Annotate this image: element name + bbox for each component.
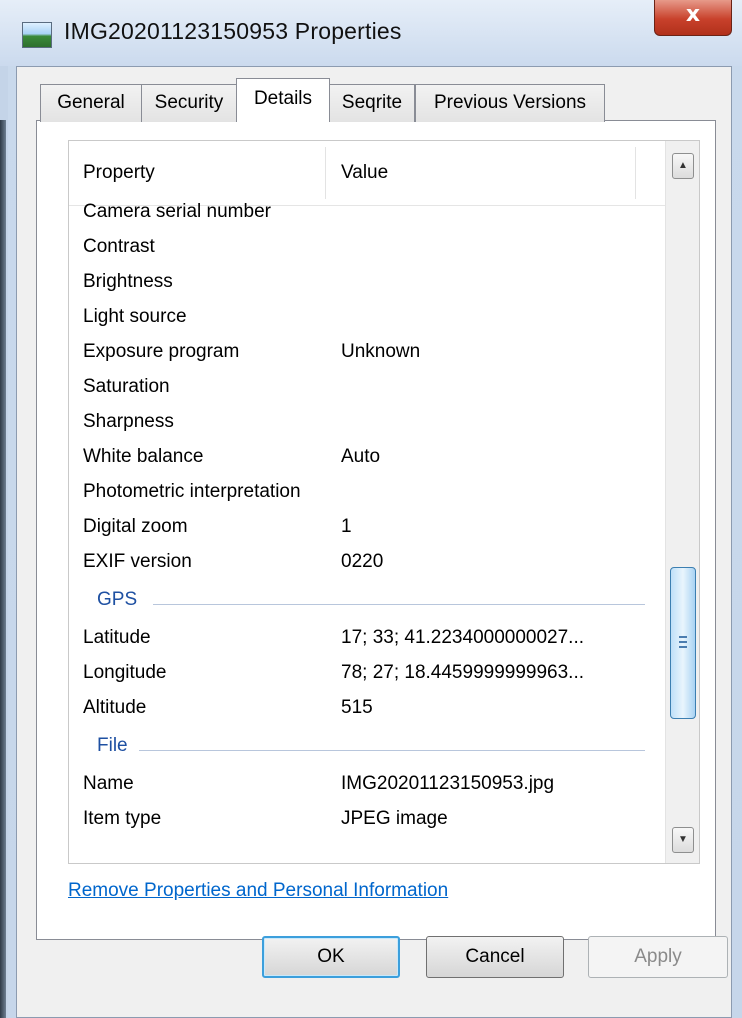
property-name: EXIF version bbox=[83, 551, 192, 572]
property-value: 0220 bbox=[341, 551, 384, 572]
property-value: 78; 27; 18.4459999999963... bbox=[341, 662, 585, 683]
property-value: 515 bbox=[341, 697, 373, 718]
thumb-grip bbox=[679, 646, 687, 648]
property-name: Photometric interpretation bbox=[83, 481, 301, 502]
list-item[interactable]: Altitude 515 bbox=[69, 693, 665, 727]
property-value: IMG20201123150953.jpg bbox=[341, 773, 555, 794]
property-name: Saturation bbox=[83, 376, 170, 397]
property-name: Brightness bbox=[83, 271, 173, 292]
property-name: Digital zoom bbox=[83, 516, 188, 537]
list-item[interactable]: Item type JPEG image bbox=[69, 804, 665, 838]
vertical-scrollbar[interactable]: ▲ ▼ bbox=[665, 141, 699, 863]
tab-details[interactable]: Details bbox=[236, 78, 330, 122]
property-value: JPEG image bbox=[341, 808, 448, 829]
list-item[interactable]: Contrast bbox=[69, 232, 665, 266]
group-label: File bbox=[97, 735, 128, 756]
list-item[interactable]: Photometric interpretation bbox=[69, 477, 665, 511]
ok-button[interactable]: OK bbox=[262, 936, 400, 978]
property-name: White balance bbox=[83, 446, 204, 467]
list-item[interactable]: Brightness bbox=[69, 267, 665, 301]
tab-seqrite[interactable]: Seqrite bbox=[329, 84, 415, 122]
property-value: Unknown bbox=[341, 341, 421, 362]
list-item[interactable]: White balance Auto bbox=[69, 442, 665, 476]
column-header-value[interactable]: Value bbox=[341, 141, 388, 205]
property-name: Contrast bbox=[83, 236, 155, 257]
tab-previous-versions[interactable]: Previous Versions bbox=[415, 84, 605, 122]
column-divider[interactable] bbox=[325, 147, 326, 199]
thumb-grip bbox=[679, 641, 687, 643]
group-divider bbox=[139, 750, 645, 751]
property-name: Altitude bbox=[83, 697, 147, 718]
property-name: Latitude bbox=[83, 627, 151, 648]
list-item[interactable]: Light source bbox=[69, 302, 665, 336]
group-heading-file: File bbox=[69, 731, 665, 765]
property-name: Item type bbox=[83, 808, 162, 829]
group-heading-gps: GPS bbox=[69, 585, 665, 619]
cancel-button[interactable]: Cancel bbox=[426, 936, 564, 978]
window-edge bbox=[0, 120, 6, 1018]
list-item[interactable]: Camera serial number bbox=[69, 197, 665, 231]
column-header-property[interactable]: Property bbox=[83, 141, 155, 205]
window-title: IMG20201123150953 Properties bbox=[64, 18, 402, 44]
column-divider[interactable] bbox=[635, 147, 636, 199]
property-name: Camera serial number bbox=[83, 201, 271, 222]
property-value: Auto bbox=[341, 446, 381, 467]
property-value: 17; 33; 41.2234000000027... bbox=[341, 627, 585, 648]
tab-general[interactable]: General bbox=[40, 84, 142, 122]
scrollbar-thumb[interactable] bbox=[670, 567, 696, 719]
property-name: Name bbox=[83, 773, 134, 794]
details-list[interactable]: Property Value Camera serial number Cont… bbox=[68, 140, 700, 864]
thumb-grip bbox=[679, 636, 687, 638]
scroll-down-button[interactable]: ▼ bbox=[672, 827, 694, 853]
list-item[interactable]: Latitude 17; 33; 41.2234000000027... bbox=[69, 623, 665, 657]
list-item[interactable]: Saturation bbox=[69, 372, 665, 406]
tab-security[interactable]: Security bbox=[141, 84, 237, 122]
property-name: Exposure program bbox=[83, 341, 240, 362]
group-label: GPS bbox=[97, 589, 138, 610]
title-bar[interactable]: IMG20201123150953 Properties x bbox=[0, 0, 742, 66]
property-name: Sharpness bbox=[83, 411, 174, 432]
group-divider bbox=[153, 604, 645, 605]
list-item[interactable]: Exposure program Unknown bbox=[69, 337, 665, 371]
image-file-icon bbox=[22, 22, 52, 48]
list-item[interactable]: Digital zoom 1 bbox=[69, 512, 665, 546]
apply-button[interactable]: Apply bbox=[588, 936, 728, 978]
list-item[interactable]: Longitude 78; 27; 18.4459999999963... bbox=[69, 658, 665, 692]
list-item[interactable]: Sharpness bbox=[69, 407, 665, 441]
property-name: Light source bbox=[83, 306, 187, 327]
list-item[interactable]: Name IMG20201123150953.jpg bbox=[69, 769, 665, 803]
list-item[interactable]: EXIF version 0220 bbox=[69, 547, 665, 581]
scroll-up-button[interactable]: ▲ bbox=[672, 153, 694, 179]
close-button[interactable]: x bbox=[654, 0, 732, 36]
property-name: Longitude bbox=[83, 662, 167, 683]
property-value: 1 bbox=[341, 516, 352, 537]
remove-properties-link[interactable]: Remove Properties and Personal Informati… bbox=[68, 880, 448, 902]
